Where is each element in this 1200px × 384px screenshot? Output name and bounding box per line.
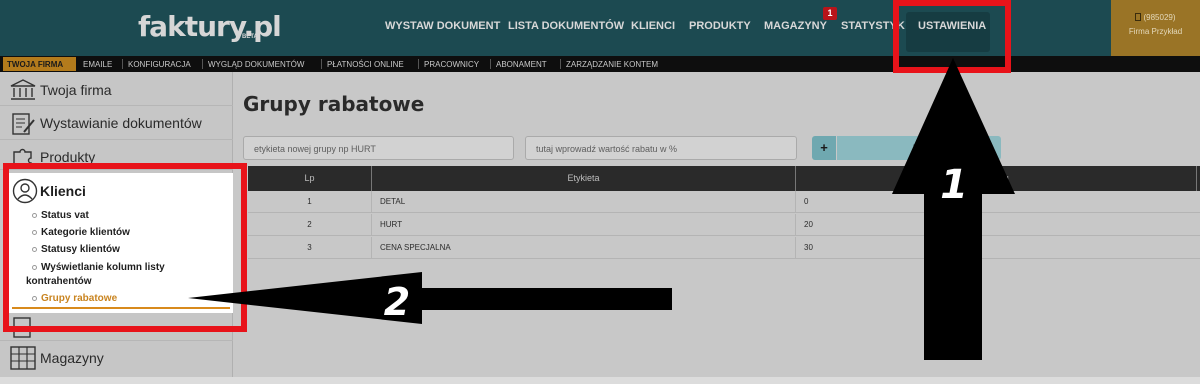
sidebar-label-wystawianie: Wystawianie dokumentów — [40, 115, 202, 131]
subnav-twoja-firma[interactable]: TWOJA FIRMA — [7, 60, 63, 69]
sidebar: Twoja firma Wystawianie dokumentów Produ… — [0, 72, 233, 384]
bullet-icon — [32, 265, 37, 270]
subnav-divider — [321, 59, 322, 69]
sidebar-item-wystawianie[interactable]: Wystawianie dokumentów — [0, 106, 233, 140]
header-divider — [1196, 166, 1197, 191]
cell-lp: 1 — [307, 197, 312, 206]
cell-rabat: 0 — [804, 197, 809, 206]
bullet-icon — [32, 230, 37, 235]
nav-wystaw-dokument[interactable]: WYSTAW DOKUMENT — [385, 20, 500, 32]
main-content: Grupy rabatowe etykieta nowej grupy np H… — [234, 72, 1200, 384]
sidebar-item-magazyny[interactable]: Magazyny — [0, 342, 233, 378]
cell-lp: 2 — [307, 220, 312, 229]
subnav-divider — [490, 59, 491, 69]
discount-value-input[interactable]: tutaj wprowadź wartość rabatu w % — [525, 136, 797, 160]
submenu-label: Kategorie klientów — [41, 227, 130, 238]
page-title: Grupy rabatowe — [243, 92, 425, 116]
submenu-status-vat[interactable]: Status vat — [32, 210, 89, 221]
submenu-wyswietlanie-kolumn-cont[interactable]: kontrahentów — [26, 276, 92, 287]
klienci-submenu: Klienci Status vat Kategorie klientów St… — [6, 173, 233, 313]
nav-lista-dokumentow[interactable]: LISTA DOKUMENTÓW — [508, 20, 624, 32]
cell-divider — [795, 191, 796, 213]
subnav-divider — [122, 59, 123, 69]
nav-active-bg — [906, 12, 990, 52]
submenu-statusy-klientow[interactable]: Statusy klientów — [32, 244, 120, 255]
subnav-emaile[interactable]: EMAILE — [83, 60, 112, 69]
nav-ustawienia[interactable]: USTAWIENIA — [918, 20, 986, 32]
nav-produkty[interactable]: PRODUKTY — [689, 20, 751, 32]
bullet-icon — [32, 247, 37, 252]
account-code-line: (985029) — [1111, 13, 1200, 22]
cell-rabat: 30 — [804, 243, 813, 252]
table-row[interactable]: 2 HURT 20 — [248, 214, 1200, 236]
submenu-label: Statusy klientów — [41, 244, 120, 255]
active-underline — [12, 307, 230, 309]
subnav-konfiguracja[interactable]: KONFIGURACJA — [128, 60, 191, 69]
submenu-label: Status vat — [41, 210, 89, 221]
add-group-button[interactable]: Do — [837, 136, 1001, 160]
subnav-abonament[interactable]: ABONAMENT — [496, 60, 547, 69]
shelves-icon — [10, 346, 36, 370]
sub-nav: TWOJA FIRMA EMAILE KONFIGURACJA WYGLĄD D… — [0, 56, 1200, 72]
app-root: faktury.pl BETA WYSTAW DOKUMENT LISTA DO… — [0, 0, 1200, 384]
sidebar-label-klienci[interactable]: Klienci — [40, 183, 86, 199]
submenu-wyswietlanie-kolumn[interactable]: Wyświetlanie kolumn listy — [32, 262, 165, 273]
subnav-divider — [418, 59, 419, 69]
group-label-input[interactable]: etykieta nowej grupy np HURT — [243, 136, 514, 160]
subnav-wyglad-dokumentow[interactable]: WYGLĄD DOKUMENTÓW — [208, 60, 304, 69]
cell-rabat: 20 — [804, 220, 813, 229]
cell-divider — [371, 237, 372, 259]
sidebar-label-magazyny: Magazyny — [40, 350, 104, 366]
logo[interactable]: faktury.pl — [138, 10, 282, 43]
nav-statystyki[interactable]: STATYSTYK — [841, 20, 905, 32]
sidebar-item-produkty[interactable]: Produkty — [0, 140, 233, 170]
submenu-label: Wyświetlanie kolumn listy — [41, 262, 165, 273]
col-rabat[interactable]: rabatu — [796, 166, 1196, 191]
bullet-icon — [32, 296, 37, 301]
nav-magazyny-badge: 1 — [823, 7, 837, 20]
nav-magazyny[interactable]: MAGAZYNY — [764, 20, 827, 32]
document-edit-icon — [12, 113, 35, 135]
account-name: Firma Przykład — [1128, 27, 1183, 36]
top-bar: faktury.pl BETA WYSTAW DOKUMENT LISTA DO… — [0, 0, 1200, 56]
account-box[interactable]: (985029) Firma Przykład — [1111, 0, 1200, 56]
sidebar-label-twoja-firma: Twoja firma — [40, 82, 112, 98]
cell-divider — [371, 191, 372, 213]
cell-etykieta: CENA SPECJALNA — [380, 243, 451, 252]
sidebar-item-twoja-firma[interactable]: Twoja firma — [0, 72, 233, 106]
col-lp[interactable]: Lp — [248, 166, 371, 191]
cell-divider — [795, 237, 796, 259]
subnav-divider — [202, 59, 203, 69]
document-stack-icon — [13, 317, 31, 338]
sidebar-item-hidden[interactable] — [0, 313, 233, 341]
document-icon — [1135, 13, 1142, 21]
nav-klienci[interactable]: KLIENCI — [631, 20, 675, 32]
table-row[interactable]: 1 DETAL 0 — [248, 191, 1200, 213]
subnav-pracownicy[interactable]: PRACOWNICY — [424, 60, 479, 69]
plus-icon[interactable]: + — [812, 136, 836, 160]
submenu-label: Grupy rabatowe — [41, 293, 118, 304]
page-bottom-strip — [0, 377, 1200, 384]
subnav-divider — [560, 59, 561, 69]
subnav-zarzadzanie-kontem[interactable]: ZARZĄDZANIE KONTEM — [566, 60, 658, 69]
table-header: Lp Etykieta rabatu — [248, 166, 1200, 191]
bank-icon — [10, 79, 36, 100]
subnav-platnosci-online[interactable]: PŁATNOŚCI ONLINE — [327, 60, 404, 69]
table-row[interactable]: 3 CENA SPECJALNA 30 — [248, 237, 1200, 259]
cell-etykieta: DETAL — [380, 197, 406, 206]
cell-divider — [795, 214, 796, 236]
col-etykieta[interactable]: Etykieta — [372, 166, 795, 191]
account-code: (985029) — [1143, 13, 1176, 22]
submenu-kategorie-klientow[interactable]: Kategorie klientów — [32, 227, 130, 238]
sidebar-label-produkty: Produkty — [40, 149, 96, 165]
cell-etykieta: HURT — [380, 220, 403, 229]
bullet-icon — [32, 213, 37, 218]
cell-divider — [371, 214, 372, 236]
submenu-grupy-rabatowe[interactable]: Grupy rabatowe — [32, 293, 117, 304]
puzzle-icon — [13, 148, 32, 169]
logo-beta: BETA — [242, 34, 258, 40]
user-icon — [12, 178, 38, 204]
cell-lp: 3 — [307, 243, 312, 252]
